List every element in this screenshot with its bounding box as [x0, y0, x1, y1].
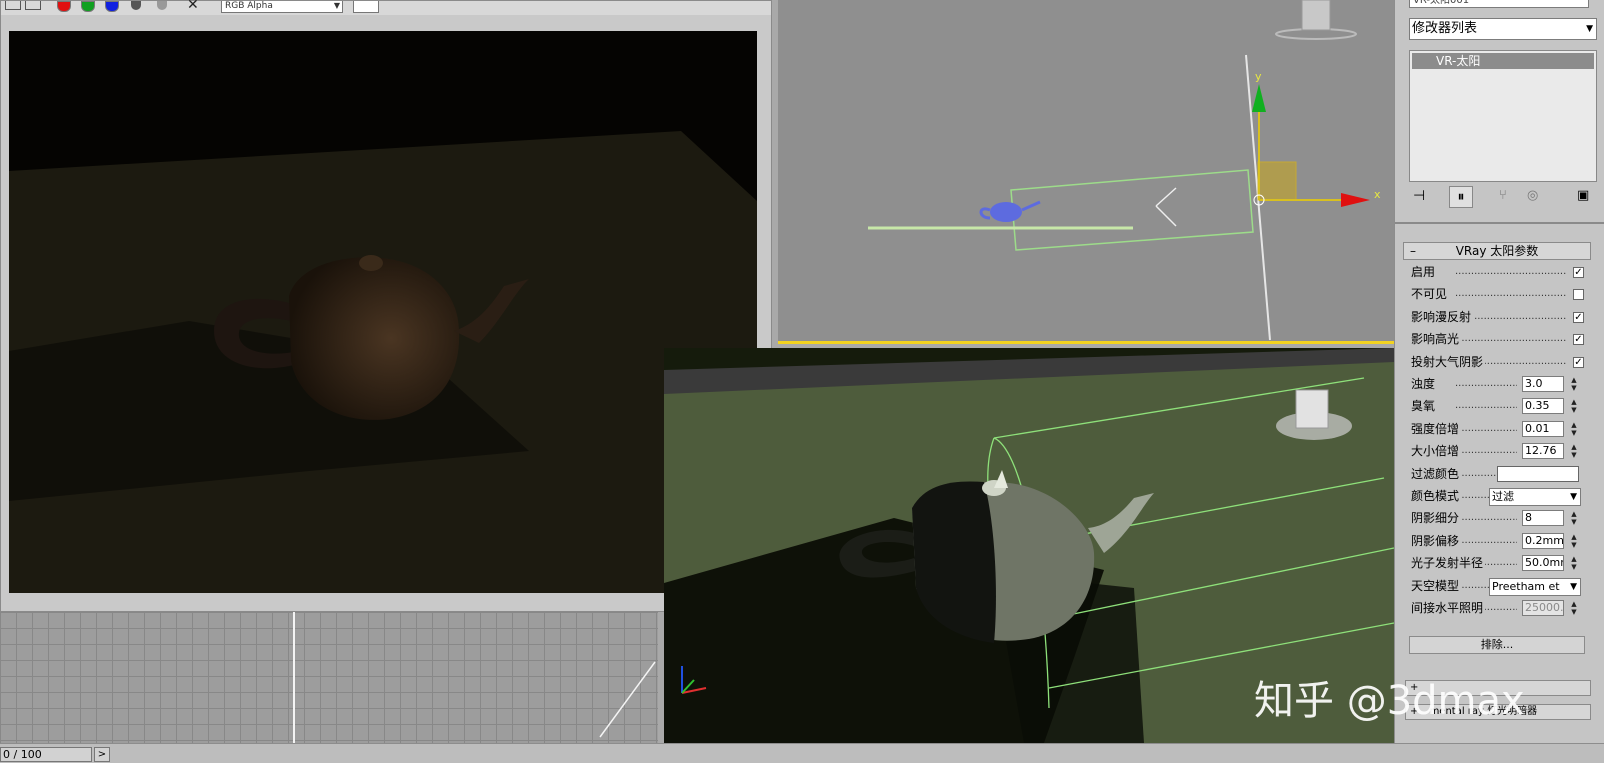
blue-channel-icon[interactable] — [105, 1, 119, 12]
param-checkbox[interactable] — [1573, 289, 1584, 300]
spinner-arrows-icon[interactable]: ▲ ▼ — [1568, 376, 1580, 392]
axis-y-label: y — [1255, 70, 1262, 83]
chevron-down-icon: ▼ — [333, 1, 340, 10]
command-panel: VR-太阳001 修改器列表 ▼ VR-太阳 ⊣ ⏸ ⑂ ◎ ▣ – VRay … — [1394, 0, 1604, 743]
param-dropdown[interactable]: Preetham et ▼ — [1489, 578, 1581, 596]
param-leader-dots: ........................................… — [1455, 333, 1567, 344]
param-dropdown[interactable]: 过滤 ▼ — [1489, 488, 1581, 506]
param-label: 不可见 — [1411, 286, 1450, 302]
spinner-arrows-icon[interactable]: ▲ ▼ — [1568, 533, 1580, 549]
spinner-arrows-icon[interactable]: ▲ ▼ — [1568, 555, 1580, 571]
spinner-arrows-icon[interactable]: ▲ ▼ — [1568, 443, 1580, 459]
param-spinner-field[interactable]: 0.2mm — [1522, 533, 1564, 549]
chevron-down-icon: ▼ — [1570, 582, 1577, 592]
param-label: 强度倍增 — [1411, 421, 1462, 437]
param-label: 阴影细分 — [1411, 510, 1462, 526]
param-spinner-field[interactable]: 50.0mr — [1522, 555, 1564, 571]
param-leader-dots: ........................................… — [1455, 400, 1517, 411]
param-leader-dots: ........................................… — [1455, 423, 1517, 434]
channel-select-value: RGB Alpha — [225, 1, 273, 11]
param-label: 影响高光 — [1411, 331, 1462, 347]
mono-channel-icon[interactable] — [157, 1, 167, 10]
param-label: 影响漫反射 — [1411, 309, 1474, 325]
param-label: 颜色模式 — [1411, 488, 1462, 504]
red-channel-icon[interactable] — [57, 1, 71, 12]
chevron-down-icon: ▼ — [1570, 492, 1577, 502]
time-slider[interactable]: 0 / 100 — [0, 747, 92, 762]
vray-sun-params: 启用......................................… — [1395, 0, 1604, 743]
rendered-image — [9, 31, 757, 593]
param-checkbox[interactable]: ✓ — [1573, 267, 1584, 278]
param-spinner-field[interactable]: 25000. — [1522, 600, 1564, 616]
param-leader-dots: ........................................… — [1455, 512, 1517, 523]
param-label: 过滤颜色 — [1411, 466, 1462, 482]
top-viewport-scene: y x — [868, 0, 1381, 341]
param-dropdown-value: Preetham et — [1492, 580, 1560, 593]
sun-light-box — [1010, 169, 1254, 251]
param-label: 投射大气阴影 — [1411, 354, 1486, 370]
param-leader-dots: ........................................… — [1455, 266, 1567, 277]
param-spinner-field[interactable]: 3.0 — [1522, 376, 1564, 392]
clone-icon[interactable] — [25, 1, 41, 10]
param-leader-dots: ........................................… — [1455, 445, 1517, 456]
param-label: 浊度 — [1411, 376, 1438, 392]
param-label: 大小倍增 — [1411, 443, 1462, 459]
spinner-arrows-icon[interactable]: ▲ ▼ — [1568, 600, 1580, 616]
viewport-grid[interactable] — [0, 612, 658, 743]
clear-icon[interactable]: ✕ — [187, 0, 199, 13]
param-label: 天空模型 — [1411, 578, 1462, 594]
watermark: 知乎 @3dmax — [1254, 678, 1525, 724]
param-spinner-field[interactable]: 8 — [1522, 510, 1564, 526]
rendered-teapot-scene — [9, 31, 757, 593]
viewcube-icon[interactable] — [1275, 0, 1357, 40]
viewport-top[interactable]: y x — [778, 0, 1394, 344]
exclude-button[interactable]: 排除... — [1409, 636, 1585, 654]
teapot-icon — [979, 200, 1041, 222]
param-spinner-field[interactable]: 0.01 — [1522, 421, 1564, 437]
spinner-arrows-icon[interactable]: ▲ ▼ — [1568, 510, 1580, 526]
background-color-swatch[interactable] — [353, 1, 379, 13]
param-spinner-field[interactable]: 0.35 — [1522, 398, 1564, 414]
move-gizmo[interactable]: y x — [1252, 70, 1381, 207]
param-leader-dots: ........................................… — [1455, 288, 1567, 299]
param-label: 光子发射半径 — [1411, 555, 1486, 571]
green-channel-icon[interactable] — [81, 1, 95, 12]
param-dropdown-value: 过滤 — [1492, 490, 1514, 503]
param-label: 臭氧 — [1411, 398, 1438, 414]
param-checkbox[interactable]: ✓ — [1573, 334, 1584, 345]
axis-x-label: x — [1374, 188, 1381, 201]
spinner-arrows-icon[interactable]: ▲ ▼ — [1568, 398, 1580, 414]
channel-select[interactable]: RGB Alpha ▼ — [221, 1, 343, 13]
status-bar: 0 / 100 > — [0, 743, 1604, 763]
spinner-arrows-icon[interactable]: ▲ ▼ — [1568, 421, 1580, 437]
param-label: 阴影偏移 — [1411, 533, 1462, 549]
param-checkbox[interactable]: ✓ — [1573, 312, 1584, 323]
param-leader-dots: ........................................… — [1455, 535, 1517, 546]
param-spinner-field[interactable]: 12.76 — [1522, 443, 1564, 459]
render-frame-window: ✕ RGB Alpha ▼ — [0, 0, 772, 612]
param-leader-dots: ........................................… — [1455, 378, 1517, 389]
grid-viewport-scene — [293, 612, 656, 743]
render-toolbar: ✕ RGB Alpha ▼ — [1, 0, 771, 15]
param-label: 间接水平照明 — [1411, 600, 1486, 616]
filter-color-swatch[interactable] — [1497, 466, 1579, 482]
param-checkbox[interactable]: ✓ — [1573, 357, 1584, 368]
alpha-channel-icon[interactable] — [131, 1, 141, 10]
time-next-button[interactable]: > — [94, 747, 110, 762]
param-label: 启用 — [1411, 264, 1438, 280]
save-icon[interactable] — [5, 1, 21, 10]
